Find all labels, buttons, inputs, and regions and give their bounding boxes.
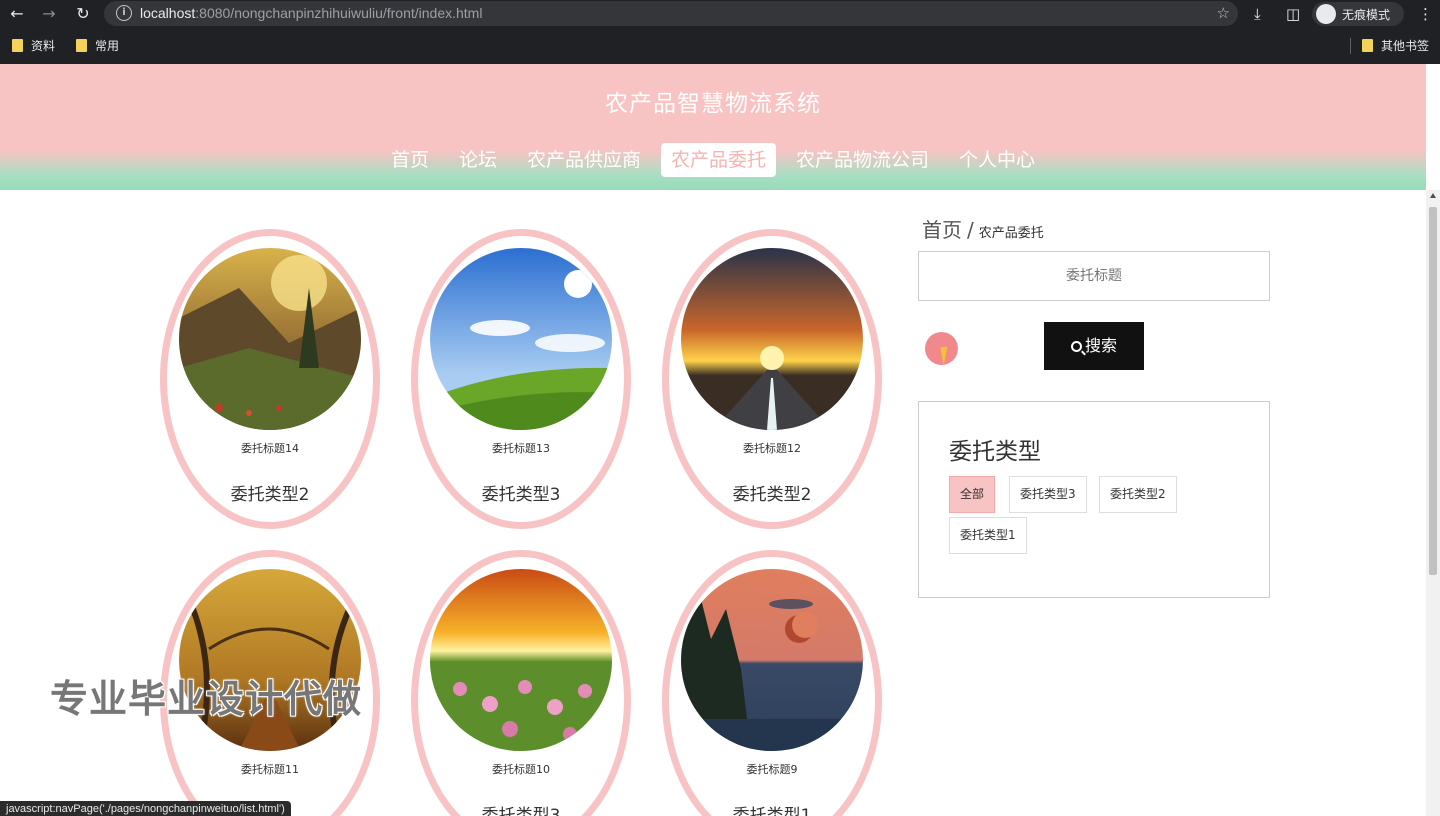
- card-title[interactable]: 委托标题12: [669, 440, 875, 456]
- nav-home[interactable]: 首页: [381, 143, 439, 177]
- card-title[interactable]: 委托标题9: [669, 761, 875, 777]
- commission-card[interactable]: 委托标题14 委托类型2: [160, 229, 380, 529]
- type-tag-2[interactable]: 委托类型2: [1099, 476, 1177, 513]
- address-row: ← → ↻ i localhost:8080/nongchanpinzhihui…: [0, 0, 1440, 28]
- bookmark-star-icon[interactable]: ☆: [1217, 4, 1230, 22]
- commission-card[interactable]: 委托标题13 委托类型3: [411, 229, 631, 529]
- site-title: 农产品智慧物流系统: [605, 91, 821, 117]
- browser-chrome: ← → ↻ i localhost:8080/nongchanpinzhihui…: [0, 0, 1440, 64]
- card-title[interactable]: 委托标题14: [167, 440, 373, 456]
- forward-icon[interactable]: →: [38, 3, 60, 25]
- incognito-badge[interactable]: 无痕模式: [1312, 2, 1404, 26]
- main-nav: 首页 论坛 农产品供应商 农产品委托 农产品物流公司 个人中心: [0, 143, 1426, 177]
- folder-icon: [1362, 39, 1373, 52]
- nav-commission[interactable]: 农产品委托: [661, 143, 777, 177]
- type-tag-3[interactable]: 委托类型3: [1009, 476, 1087, 513]
- commission-card[interactable]: 委托标题12 委托类型2: [662, 229, 882, 529]
- type-tag-all[interactable]: 全部: [949, 476, 996, 513]
- commission-card[interactable]: 委托标题10 委托类型3: [411, 550, 631, 816]
- other-bookmarks[interactable]: 其他书签: [1362, 37, 1429, 54]
- card-title[interactable]: 委托标题10: [418, 761, 624, 777]
- side-panel-icon[interactable]: ◫: [1286, 3, 1300, 25]
- card-image-autumn-forest[interactable]: [179, 569, 361, 751]
- breadcrumb-home[interactable]: 首页: [922, 218, 962, 242]
- breadcrumb: 首页 / 农产品委托: [922, 214, 1044, 243]
- search-button[interactable]: 搜索: [1044, 322, 1144, 370]
- card-image-lake-dusk[interactable]: [681, 569, 863, 751]
- title-search-input[interactable]: [918, 251, 1270, 301]
- nav-logistics-company[interactable]: 农产品物流公司: [786, 143, 939, 177]
- nav-suppliers[interactable]: 农产品供应商: [517, 143, 651, 177]
- bookmark-folder-changyong[interactable]: 常用: [76, 37, 119, 54]
- back-icon[interactable]: ←: [6, 3, 28, 25]
- card-image-flower-field[interactable]: [430, 569, 612, 751]
- download-icon[interactable]: ⤓: [1254, 3, 1261, 25]
- card-type: 委托类型3: [481, 806, 561, 816]
- reload-icon[interactable]: ↻: [72, 3, 94, 25]
- card-type: 委托类型3: [481, 485, 561, 505]
- address-bar[interactable]: i localhost:8080/nongchanpinzhihuiwuliu/…: [104, 1, 1238, 26]
- incognito-label: 无痕模式: [1342, 8, 1391, 22]
- browser-status-bar: javascript:navPage('./pages/nongchanpinw…: [0, 801, 291, 816]
- commission-type-filter: 委托类型 全部 委托类型3 委托类型2 委托类型1: [918, 401, 1270, 598]
- card-image-mountain-valley[interactable]: [179, 248, 361, 430]
- url-text[interactable]: localhost:8080/nongchanpinzhihuiwuliu/fr…: [140, 5, 482, 21]
- card-image-blue-sky-field[interactable]: [430, 248, 612, 430]
- card-title[interactable]: 委托标题11: [167, 761, 373, 777]
- type-filter-heading: 委托类型: [949, 439, 1041, 465]
- page-scrollbar[interactable]: [1426, 190, 1440, 816]
- scrollbar-thumb[interactable]: [1429, 207, 1437, 575]
- menu-icon[interactable]: ⋮: [1418, 3, 1433, 25]
- card-image-sunset-road[interactable]: [681, 248, 863, 430]
- site-header: 农产品智慧物流系统 首页 论坛 农产品供应商 农产品委托 农产品物流公司 个人中心: [0, 64, 1426, 190]
- commission-card[interactable]: 委托标题9 委托类型1: [662, 550, 882, 816]
- card-type: 委托类型1: [732, 806, 812, 816]
- type-tag-1[interactable]: 委托类型1: [949, 517, 1027, 554]
- breadcrumb-current: 农产品委托: [978, 226, 1044, 241]
- search-icon: [1070, 341, 1082, 352]
- breadcrumb-separator: /: [967, 218, 974, 242]
- site-info-icon[interactable]: i: [116, 5, 132, 21]
- bookmarks-bar: 资料 常用 其他书签: [0, 34, 1440, 58]
- nav-user-center[interactable]: 个人中心: [949, 143, 1045, 177]
- watermark-text: 专业毕业设计代做: [50, 677, 363, 721]
- card-type: 委托类型2: [230, 485, 310, 505]
- card-type: 委托类型2: [732, 485, 812, 505]
- scroll-up-arrow-icon[interactable]: [1430, 193, 1436, 198]
- incognito-icon: [1316, 4, 1336, 24]
- card-title[interactable]: 委托标题13: [418, 440, 624, 456]
- bookmark-divider: [1350, 38, 1351, 54]
- nav-forum[interactable]: 论坛: [449, 143, 507, 177]
- folder-icon: [76, 39, 87, 52]
- bookmark-folder-ziliao[interactable]: 资料: [12, 37, 55, 54]
- folder-icon: [12, 39, 23, 52]
